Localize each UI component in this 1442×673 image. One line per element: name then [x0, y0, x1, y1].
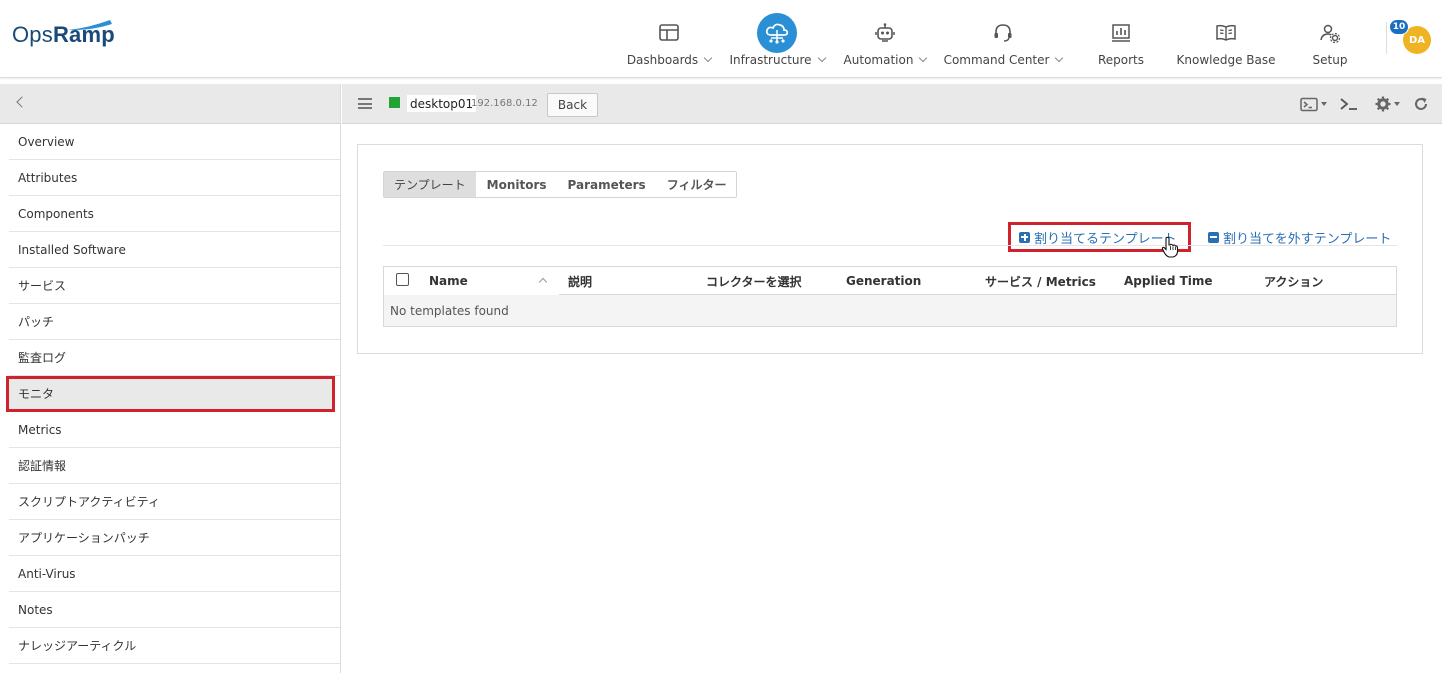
- dashboard-icon: [649, 13, 689, 53]
- gear-icon: [1375, 96, 1391, 112]
- sidebar-header: [0, 84, 340, 124]
- headset-icon: [983, 13, 1023, 53]
- caret-down-icon: [1394, 102, 1400, 106]
- tab-templates[interactable]: テンプレート: [384, 172, 477, 197]
- tab-monitors[interactable]: Monitors: [477, 172, 558, 197]
- nav-infrastructure-label: Infrastructure: [729, 53, 812, 67]
- empty-state-row: No templates found: [384, 295, 1396, 326]
- sidebar-item-metrics[interactable]: Metrics: [9, 412, 340, 448]
- sidebar-menu: Overview Attributes Components Installed…: [0, 124, 340, 664]
- resource-sidebar: Overview Attributes Components Installed…: [0, 84, 341, 673]
- table-header: Name 説明 コレクターを選択 Generation サービス / Metri…: [384, 267, 1396, 295]
- caret-down-icon: [1321, 102, 1327, 106]
- sidebar-item-anti-virus[interactable]: Anti-Virus: [9, 556, 340, 592]
- sidebar-item-audit-log[interactable]: 監査ログ: [9, 340, 340, 376]
- column-header-collector[interactable]: コレクターを選択: [706, 267, 802, 295]
- sidebar-item-components[interactable]: Components: [9, 196, 340, 232]
- nav-setup[interactable]: Setup: [1312, 0, 1348, 78]
- sidebar-item-credentials[interactable]: 認証情報: [9, 448, 340, 484]
- column-header-applied-time[interactable]: Applied Time: [1124, 267, 1213, 295]
- refresh-icon: [1415, 97, 1427, 110]
- console-dropdown[interactable]: [1300, 95, 1327, 113]
- nav-dashboards[interactable]: Dashboards: [626, 0, 713, 78]
- settings-dropdown[interactable]: [1375, 95, 1400, 113]
- tab-filters[interactable]: フィルター: [657, 172, 737, 197]
- nav-dashboards-label: Dashboards: [626, 53, 699, 67]
- column-header-actions[interactable]: アクション: [1264, 267, 1323, 295]
- nav-command-center-label: Command Center: [943, 53, 1050, 67]
- chevron-down-icon: [703, 53, 713, 63]
- minus-square-icon: [1208, 231, 1219, 243]
- plus-square-icon: [1019, 231, 1030, 243]
- book-icon: [1206, 13, 1246, 53]
- terminal-button[interactable]: [1339, 95, 1359, 113]
- column-header-description[interactable]: 説明: [568, 267, 592, 295]
- nav-setup-label: Setup: [1312, 53, 1348, 67]
- column-header-name[interactable]: Name: [429, 267, 468, 295]
- notification-badge[interactable]: 10: [1389, 19, 1409, 35]
- sidebar-item-attributes[interactable]: Attributes: [9, 160, 340, 196]
- sidebar-item-overview[interactable]: Overview: [9, 124, 340, 160]
- hand-pointer-cursor-icon: [1161, 236, 1179, 258]
- unassign-templates-button[interactable]: 割り当てを外すテンプレート: [1208, 222, 1391, 252]
- monitor-tabs: テンプレート Monitors Parameters フィルター: [383, 171, 738, 198]
- column-header-service-metrics[interactable]: サービス / Metrics: [985, 267, 1096, 295]
- refresh-button[interactable]: [1413, 95, 1429, 113]
- sidebar-item-script-activity[interactable]: スクリプトアクティビティ: [9, 484, 340, 520]
- logo-swoosh-icon: [68, 20, 112, 31]
- resource-name: desktop01: [407, 95, 477, 112]
- sidebar-item-patches[interactable]: パッチ: [9, 304, 340, 340]
- tab-parameters[interactable]: Parameters: [558, 172, 657, 197]
- divider: [383, 245, 1397, 246]
- sidebar-item-services[interactable]: サービス: [9, 268, 340, 304]
- assign-templates-label: 割り当てるテンプレート: [1034, 231, 1177, 247]
- nav-divider: [1386, 22, 1387, 54]
- sidebar-item-knowledge-articles[interactable]: ナレッジアーティクル: [9, 628, 340, 664]
- robot-icon: [865, 13, 905, 53]
- nav-automation[interactable]: Automation: [842, 0, 928, 78]
- status-indicator: [389, 97, 400, 108]
- nav-command-center[interactable]: Command Center: [943, 0, 1064, 78]
- templates-table: Name 説明 コレクターを選択 Generation サービス / Metri…: [383, 266, 1397, 327]
- chevron-left-icon[interactable]: [16, 96, 28, 108]
- chevron-down-icon: [1055, 53, 1064, 63]
- terminal-icon: [1340, 98, 1357, 110]
- templates-panel: テンプレート Monitors Parameters フィルター 割り当てるテン…: [357, 144, 1423, 354]
- sidebar-item-installed-software[interactable]: Installed Software: [9, 232, 340, 268]
- chevron-down-icon: [817, 53, 826, 63]
- select-all-checkbox[interactable]: [396, 273, 409, 286]
- nav-reports-label: Reports: [1097, 53, 1145, 67]
- cloud-network-icon: [757, 13, 797, 53]
- sidebar-item-application-patches[interactable]: アプリケーションパッチ: [9, 520, 340, 556]
- report-icon: [1101, 13, 1141, 53]
- console-icon: [1300, 97, 1318, 111]
- top-navigation-bar: OpsRamp Dashboards Infrastructure Automa…: [0, 0, 1442, 78]
- resource-ip: 192.168.0.12: [471, 98, 538, 109]
- nav-automation-label: Automation: [843, 53, 914, 67]
- sidebar-item-notes[interactable]: Notes: [9, 592, 340, 628]
- nav-knowledge-base[interactable]: Knowledge Base: [1176, 0, 1276, 78]
- nav-infrastructure[interactable]: Infrastructure: [729, 0, 826, 78]
- resource-header: desktop01 192.168.0.12 Back: [342, 84, 1442, 124]
- back-button[interactable]: Back: [547, 93, 598, 117]
- hamburger-menu-icon[interactable]: [358, 98, 372, 109]
- unassign-templates-label: 割り当てを外すテンプレート: [1223, 231, 1392, 247]
- user-gear-icon: [1310, 13, 1350, 53]
- chevron-down-icon: [919, 53, 928, 63]
- sidebar-item-monitors[interactable]: モニタ: [6, 376, 335, 412]
- nav-knowledge-base-label: Knowledge Base: [1176, 53, 1276, 67]
- nav-reports[interactable]: Reports: [1098, 0, 1144, 78]
- column-header-generation[interactable]: Generation: [846, 267, 921, 295]
